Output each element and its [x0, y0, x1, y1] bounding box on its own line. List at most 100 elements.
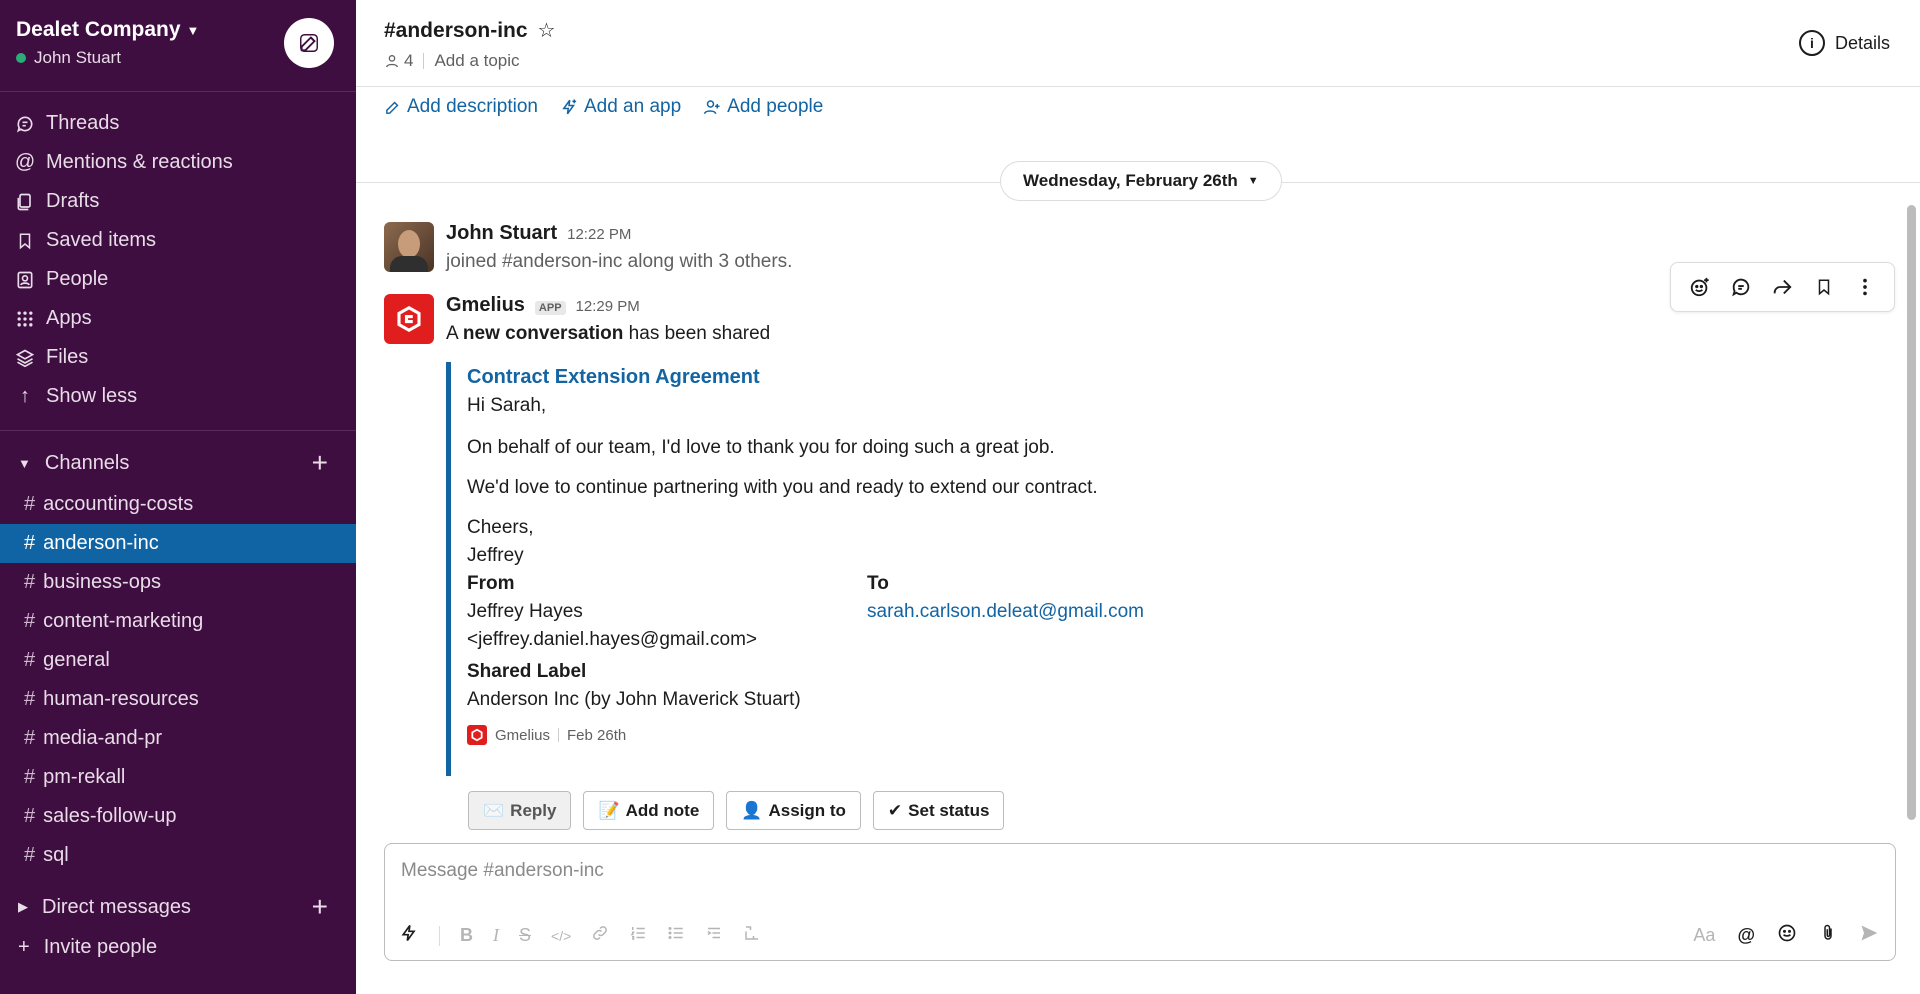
sidebar-channel-accounting-costs[interactable]: # accounting-costs [0, 485, 356, 524]
nav-apps[interactable]: Apps [0, 299, 356, 338]
reply-thread-icon[interactable] [1726, 272, 1756, 302]
sidebar-channel-anderson-inc[interactable]: # anderson-inc [0, 524, 356, 563]
ordered-list-icon[interactable] [629, 924, 647, 947]
send-icon[interactable] [1859, 923, 1879, 948]
workspace-header[interactable]: Dealet Company ▼ John Stuart [0, 0, 356, 92]
details-label: Details [1834, 32, 1890, 53]
formatting-toolbar: B I S </> [399, 923, 761, 948]
code-block-icon[interactable] [743, 924, 761, 947]
composer-actions: Aa @ [1693, 923, 1879, 948]
dm-section-label: Direct messages [42, 895, 191, 918]
nav-mentions[interactable]: @ Mentions & reactions [0, 143, 356, 182]
to-label: To [867, 573, 889, 594]
bold-icon[interactable]: B [460, 925, 473, 946]
nav-threads[interactable]: Threads [0, 104, 356, 143]
sidebar-channel-business-ops[interactable]: # business-ops [0, 563, 356, 602]
nav-threads-label: Threads [46, 112, 120, 134]
shared-label-title: Shared Label [467, 661, 587, 682]
attachment-title-link[interactable]: Contract Extension Agreement [467, 366, 1446, 389]
attachment-footer: Gmelius Feb 26th [467, 725, 1446, 745]
message-author[interactable]: John Stuart [446, 222, 557, 245]
channel-label: sql [43, 844, 69, 866]
message-timestamp[interactable]: 12:22 PM [567, 226, 631, 243]
channels-section-header[interactable]: ▼ Channels + [0, 441, 356, 485]
add-people-link[interactable]: Add people [703, 96, 823, 118]
compose-button[interactable] [284, 18, 334, 68]
text-format-icon[interactable]: Aa [1693, 925, 1715, 946]
email-paragraph-1: On behalf of our team, I'd love to thank… [467, 437, 1055, 458]
compose-icon [300, 34, 318, 52]
message-timestamp[interactable]: 12:29 PM [576, 298, 640, 315]
message-composer[interactable]: Message #anderson-inc B I S </> Aa @ [384, 843, 1896, 961]
memo-icon: 📝 [598, 800, 620, 820]
assign-to-label: Assign to [768, 800, 846, 820]
nav-drafts[interactable]: Drafts [0, 182, 356, 221]
info-icon: i [1798, 30, 1825, 56]
add-reaction-icon[interactable] [1685, 272, 1715, 302]
message-list-scrollbar[interactable] [1907, 205, 1916, 820]
avatar[interactable] [384, 222, 434, 272]
strikethrough-icon[interactable]: S [519, 925, 531, 946]
share-arrow-icon[interactable] [1767, 272, 1797, 302]
set-status-label: Set status [908, 800, 990, 820]
indent-icon[interactable] [705, 924, 723, 947]
add-dm-plus-icon[interactable]: + [312, 891, 328, 923]
shortcuts-lightning-icon[interactable] [399, 923, 419, 948]
direct-messages-section-header[interactable]: ▶ Direct messages + [0, 885, 356, 929]
emoji-icon[interactable] [1777, 923, 1797, 948]
mention-at-icon[interactable]: @ [1737, 925, 1755, 946]
nav-saved-items[interactable]: Saved items [0, 221, 356, 260]
hash-icon: # [24, 766, 36, 788]
message-actions-toolbar [1670, 262, 1895, 312]
nav-people[interactable]: People [0, 260, 356, 299]
arrow-up-icon: ↑ [20, 385, 30, 407]
reply-button[interactable]: ✉️ Reply [468, 791, 572, 830]
add-app-label: Add an app [583, 96, 682, 117]
sidebar-channel-content-marketing[interactable]: # content-marketing [0, 602, 356, 641]
bookmark-icon[interactable] [1809, 272, 1839, 302]
channel-title[interactable]: #anderson-inc ☆ [384, 18, 1892, 43]
add-topic-link[interactable]: Add a topic [434, 51, 519, 71]
link-icon[interactable] [591, 924, 609, 947]
add-description-link[interactable]: Add description [384, 96, 538, 118]
sidebar-channel-human-resources[interactable]: # human-resources [0, 680, 356, 719]
add-channel-plus-icon[interactable]: + [312, 447, 328, 479]
set-status-button[interactable]: ✔ Set status [872, 791, 1005, 830]
sidebar-channel-general[interactable]: # general [0, 641, 356, 680]
sidebar-divider [0, 430, 356, 431]
details-button[interactable]: i Details [1798, 30, 1890, 56]
attachment-date: Feb 26th [567, 726, 627, 744]
nav-show-less[interactable]: ↑ Show less [0, 377, 356, 416]
shared-conversation-attachment: Contract Extension Agreement Hi Sarah, O… [446, 362, 1446, 776]
gmelius-avatar[interactable] [384, 294, 434, 344]
pencil-icon [386, 101, 399, 114]
checkmark-icon: ✔ [887, 800, 903, 820]
sidebar-channel-pm-rekall[interactable]: # pm-rekall [0, 758, 356, 797]
attachment-paperclip-icon[interactable] [1819, 923, 1837, 948]
date-divider: Wednesday, February 26th ▼ [356, 161, 1920, 201]
assign-to-button[interactable]: 👤 Assign to [726, 791, 861, 830]
invite-people[interactable]: + Invite people [0, 929, 356, 965]
message-text-prefix: A [446, 323, 463, 344]
code-icon[interactable]: </> [551, 928, 571, 944]
drafts-icon [14, 192, 36, 212]
nav-files[interactable]: Files [0, 338, 356, 377]
italic-icon[interactable]: I [493, 925, 499, 946]
sidebar-channel-sql[interactable]: # sql [0, 836, 356, 875]
message-input[interactable]: Message #anderson-inc [401, 860, 604, 882]
hash-icon: # [24, 805, 36, 827]
threads-icon [14, 114, 36, 134]
add-note-button[interactable]: 📝 Add note [583, 791, 715, 830]
add-app-link[interactable]: Add an app [560, 96, 681, 118]
member-count[interactable]: 4 [384, 51, 413, 71]
hash-icon: # [24, 571, 36, 593]
message-author[interactable]: Gmelius [446, 294, 525, 317]
to-email-link[interactable]: sarah.carlson.deleat@gmail.com [867, 601, 1267, 651]
sidebar: Dealet Company ▼ John Stuart Threads @ M… [0, 0, 356, 994]
sidebar-channel-media-and-pr[interactable]: # media-and-pr [0, 719, 356, 758]
sidebar-channel-sales-follow-up[interactable]: # sales-follow-up [0, 797, 356, 836]
star-icon[interactable]: ☆ [538, 18, 556, 43]
date-jump-button[interactable]: Wednesday, February 26th ▼ [1000, 161, 1282, 201]
more-actions-icon[interactable] [1850, 272, 1880, 302]
bulleted-list-icon[interactable] [667, 924, 685, 947]
